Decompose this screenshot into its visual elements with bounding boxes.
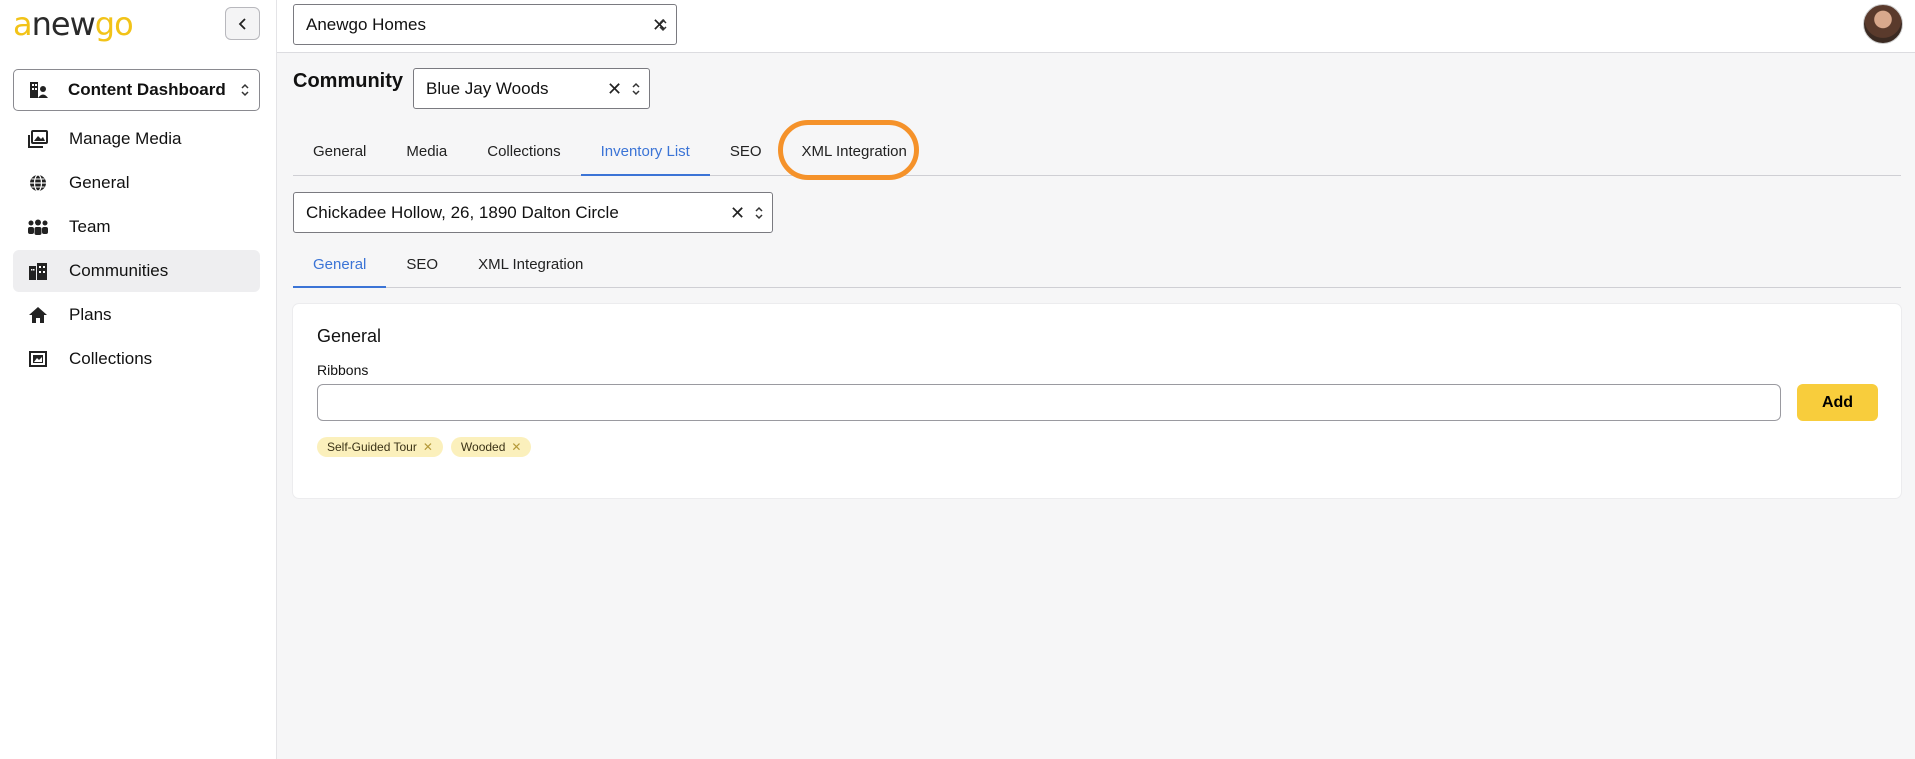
sidebar-item-label: Manage Media bbox=[69, 129, 182, 148]
buildings-icon bbox=[27, 260, 49, 282]
tab-media[interactable]: Media bbox=[386, 128, 467, 175]
clear-icon[interactable]: ✕ bbox=[730, 203, 745, 224]
sidebar-item-plans[interactable]: Plans bbox=[13, 294, 260, 336]
ribbon-chip-label: Self-Guided Tour bbox=[327, 440, 417, 454]
team-icon bbox=[27, 216, 49, 238]
tab-general[interactable]: General bbox=[293, 128, 386, 175]
tab-inventory-list[interactable]: Inventory List bbox=[580, 128, 711, 176]
general-card: General Ribbons Add Self-Guided Tour ✕ W… bbox=[293, 304, 1901, 498]
chevron-updown-icon[interactable] bbox=[754, 205, 764, 221]
sidebar-item-communities[interactable]: Communities bbox=[13, 250, 260, 292]
ribbon-chip: Wooded ✕ bbox=[450, 437, 532, 457]
collapse-sidebar-button[interactable] bbox=[225, 7, 260, 40]
inventory-tabs: General SEO XML Integration bbox=[293, 241, 1901, 288]
sidebar-item-label: Collections bbox=[69, 349, 153, 368]
anewgo-logo[interactable]: anewgo bbox=[13, 6, 134, 42]
media-icon bbox=[27, 128, 49, 150]
tab-seo[interactable]: SEO bbox=[710, 128, 782, 175]
sidebar-item-label: Plans bbox=[69, 305, 112, 324]
tab-inventory-general[interactable]: General bbox=[293, 241, 387, 288]
community-label: Community bbox=[293, 70, 403, 92]
chevron-updown-icon[interactable] bbox=[658, 17, 668, 33]
dashboard-icon bbox=[28, 79, 50, 101]
sidebar: anewgo Content Dashboard Manage Media Ge… bbox=[0, 0, 277, 759]
sidebar-item-manage-media[interactable]: Manage Media bbox=[13, 118, 260, 160]
chevron-updown-icon bbox=[241, 83, 249, 97]
sidebar-nav: Manage Media General Team Communities Pl… bbox=[13, 118, 260, 382]
home-icon bbox=[27, 304, 49, 326]
ribbon-chip: Self-Guided Tour ✕ bbox=[317, 437, 443, 457]
ribbon-chip-label: Wooded bbox=[460, 440, 506, 454]
sidebar-item-label: General bbox=[69, 173, 130, 192]
tab-inventory-xml-integration[interactable]: XML Integration bbox=[458, 241, 603, 287]
collections-icon bbox=[27, 348, 49, 370]
add-ribbon-button[interactable]: Add bbox=[1797, 384, 1878, 421]
remove-chip-icon[interactable]: ✕ bbox=[511, 440, 521, 454]
inventory-select-value: Chickadee Hollow, 26, 1890 Dalton Circle bbox=[306, 202, 619, 222]
remove-chip-icon[interactable]: ✕ bbox=[423, 440, 433, 454]
clear-icon[interactable]: ✕ bbox=[607, 79, 622, 100]
tab-collections[interactable]: Collections bbox=[467, 128, 580, 175]
sidebar-item-general[interactable]: General bbox=[13, 162, 260, 204]
ribbon-chips: Self-Guided Tour ✕ Wooded ✕ bbox=[317, 437, 532, 457]
ribbons-label: Ribbons bbox=[317, 362, 369, 378]
builder-select[interactable]: Anewgo Homes ✕ bbox=[293, 4, 677, 45]
dashboard-select-label: Content Dashboard bbox=[68, 80, 226, 99]
sidebar-item-team[interactable]: Team bbox=[13, 206, 260, 248]
tab-xml-integration[interactable]: XML Integration bbox=[782, 128, 927, 175]
community-tabs: General Media Collections Inventory List… bbox=[293, 128, 1901, 176]
card-title: General bbox=[317, 326, 382, 346]
tab-inventory-seo[interactable]: SEO bbox=[386, 241, 458, 287]
chevron-updown-icon[interactable] bbox=[631, 81, 641, 97]
sidebar-item-collections[interactable]: Collections bbox=[13, 338, 260, 380]
community-select-value: Blue Jay Woods bbox=[426, 78, 549, 98]
ribbons-input[interactable] bbox=[317, 384, 1781, 421]
inventory-select[interactable]: Chickadee Hollow, 26, 1890 Dalton Circle… bbox=[293, 192, 773, 233]
community-select[interactable]: Blue Jay Woods ✕ bbox=[413, 68, 650, 109]
dashboard-select[interactable]: Content Dashboard bbox=[13, 69, 260, 111]
chevron-left-icon bbox=[238, 17, 246, 30]
globe-icon bbox=[27, 172, 49, 194]
builder-select-value: Anewgo Homes bbox=[306, 14, 427, 34]
sidebar-item-label: Team bbox=[69, 217, 111, 236]
top-bar: Anewgo Homes ✕ bbox=[277, 0, 1915, 53]
user-avatar[interactable] bbox=[1863, 4, 1903, 44]
sidebar-item-label: Communities bbox=[69, 261, 169, 280]
